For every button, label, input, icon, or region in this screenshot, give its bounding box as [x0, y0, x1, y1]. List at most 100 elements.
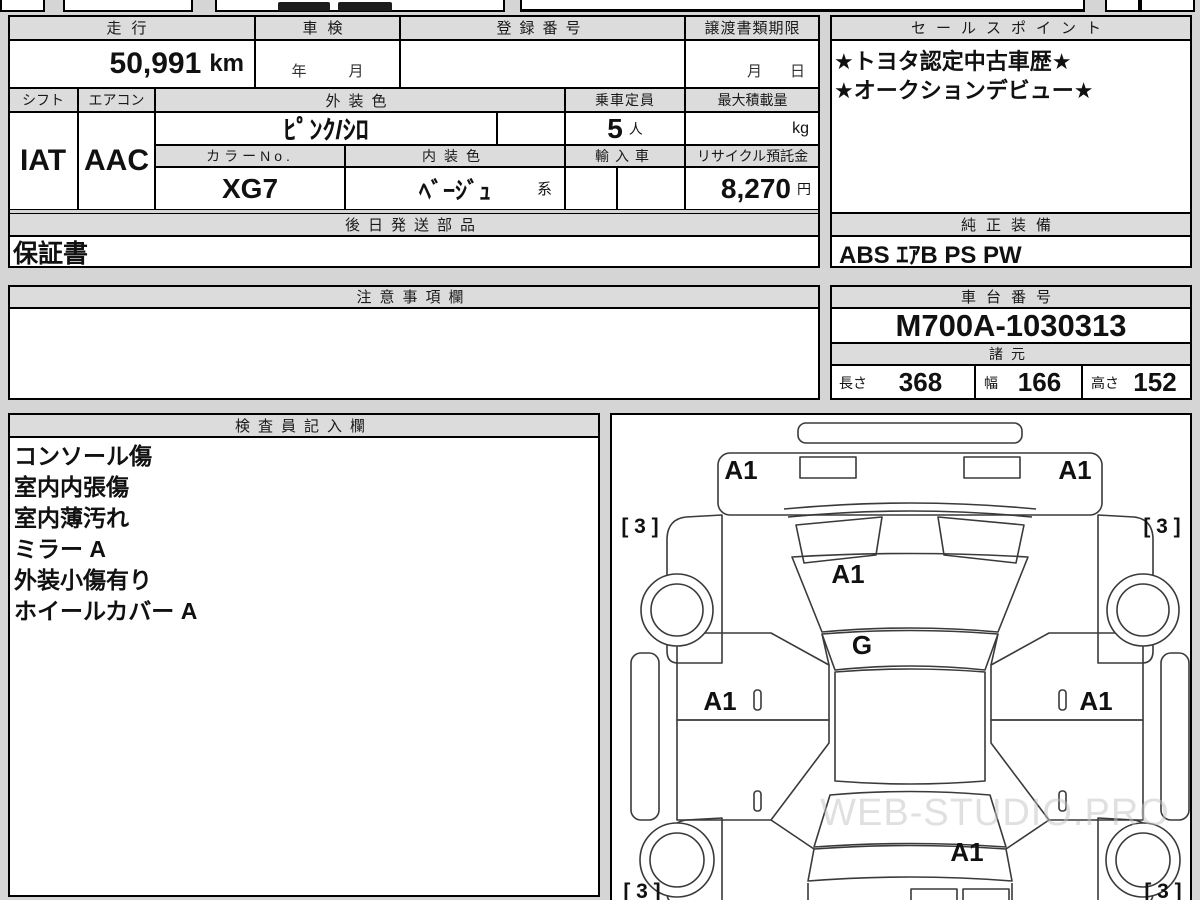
door-handle: [753, 790, 762, 812]
maxload-value: kg: [685, 112, 820, 145]
capacity-value: 5 人: [565, 112, 685, 145]
transfer-deadline-value: 月 日: [685, 40, 820, 88]
shaken-month-label: 月: [348, 63, 364, 80]
rear-bumper-sides: [807, 883, 1013, 900]
door-handle: [1058, 689, 1067, 711]
recycle-deposit-unit: 円: [797, 180, 811, 197]
interior-color-value: ﾍﾞｰｼﾞｭ 系: [345, 167, 565, 210]
side-sill-left: [630, 652, 660, 821]
roof-panel: [834, 668, 986, 785]
import-car-cell-2: [617, 167, 685, 210]
shift-value: IAT: [8, 112, 78, 210]
spec-height-value: 152: [1133, 367, 1177, 397]
exterior-color-header: 外装色: [155, 88, 565, 112]
shift-header: シフト: [8, 88, 78, 112]
exterior-color-extra-cell: [497, 112, 565, 145]
later-parts-value: 保証書: [8, 236, 820, 268]
spec-width-label: 幅: [984, 374, 998, 391]
mark-tire-rear-left: [ 3 ]: [623, 880, 660, 900]
mark-tire-rear-right: [ 3 ]: [1144, 880, 1181, 900]
specs-header: 諸元: [830, 343, 1192, 365]
shaken-year-label: 年: [291, 63, 307, 80]
inspector-box: コンソール傷 室内内張傷 室内薄汚れ ミラー A 外装小傷有り ホイールカバー …: [8, 437, 600, 897]
sales-points-box: ★トヨタ認定中古車歴★ ★オークションデビュー★: [830, 40, 1192, 213]
inspector-item: 室内薄汚れ: [14, 505, 129, 531]
mark-door-left: A1: [703, 686, 736, 716]
mark-tire-front-left: [ 3 ]: [621, 515, 658, 538]
inspector-item: コンソール傷: [14, 443, 152, 469]
import-car-cell-1: [565, 167, 617, 210]
capacity-unit: 人: [628, 120, 643, 137]
inspector-item: ミラー A: [14, 536, 106, 562]
sales-point-item: ★オークションデビュー★: [834, 78, 1094, 103]
spec-length-label: 長さ: [839, 374, 867, 391]
hood: [791, 552, 1029, 633]
front-door-right: [990, 632, 1144, 721]
door-handle: [753, 689, 762, 711]
capacity-header: 乗車定員: [565, 88, 685, 112]
rear-door-left: [676, 719, 830, 821]
front-bumper: [717, 452, 1103, 516]
front-plate-left: [799, 456, 857, 479]
recycle-deposit-value: 8,270 円: [685, 167, 820, 210]
cut-off-cell: [520, 0, 1085, 12]
transfer-deadline-header: 譲渡書類期限: [685, 15, 820, 40]
cut-off-text-fragment: [278, 2, 330, 11]
rear-bumper-notch-right: [962, 888, 1010, 900]
mark-front-bumper-right: A1: [1058, 455, 1091, 485]
cut-off-cell: [63, 0, 193, 12]
transfer-day-label: 日: [789, 63, 805, 80]
mileage-unit: km: [209, 50, 244, 77]
auction-sheet: 走行 車検 登録番号 譲渡書類期限 50,991 km 年 月 月 日 シフト …: [0, 0, 1200, 900]
color-no-value: XG7: [155, 167, 345, 210]
grille-line: [783, 502, 1037, 510]
recycle-deposit-header: リサイクル預託金: [685, 145, 820, 167]
notes-header: 注意事項欄: [8, 285, 820, 308]
transfer-month-label: 月: [746, 63, 762, 80]
equipment-value: ABS ｴｱB PS PW: [830, 236, 1192, 269]
cut-off-cell: [0, 0, 45, 12]
maxload-header: 最大積載量: [685, 88, 820, 112]
shaken-value: 年 月: [255, 40, 400, 88]
interior-color-header: 内装色: [345, 145, 565, 167]
registration-header: 登録番号: [400, 15, 685, 40]
inspector-item: 室内内張傷: [14, 474, 129, 500]
spec-length: 長さ 368: [830, 365, 975, 400]
front-door-left: [676, 632, 830, 721]
chassis-value: M700A-1030313: [830, 308, 1192, 343]
sales-points-header: セールスポイント: [830, 15, 1192, 40]
mark-tire-front-right: [ 3 ]: [1143, 515, 1180, 538]
spec-height: 高さ 152: [1082, 365, 1192, 400]
recycle-deposit-number: 8,270: [720, 172, 791, 204]
sales-point-item: ★トヨタ認定中古車歴★: [834, 49, 1072, 74]
interior-color-suffix: 系: [536, 181, 552, 198]
registration-value: [400, 40, 685, 88]
mark-windshield: G: [852, 630, 872, 660]
roof-strip: [797, 422, 1023, 444]
spec-width: 幅 166: [975, 365, 1082, 400]
notes-box: [8, 308, 820, 400]
aircon-header: エアコン: [78, 88, 155, 112]
later-parts-header: 後日発送部品: [8, 213, 820, 236]
import-car-header: 輸入車: [565, 145, 685, 167]
cut-off-cell: [1105, 0, 1140, 12]
mark-door-right: A1: [1079, 686, 1112, 716]
inspector-item: ホイールカバー A: [14, 598, 198, 624]
front-plate-right: [963, 456, 1021, 479]
spec-width-value: 166: [1017, 367, 1062, 397]
equipment-header: 純正装備: [830, 213, 1192, 236]
cut-off-cell: [1140, 0, 1195, 12]
mark-hood: A1: [831, 559, 864, 589]
mileage-number: 50,991: [109, 47, 202, 80]
mark-rear: A1: [950, 837, 983, 867]
shaken-header: 車検: [255, 15, 400, 40]
spec-height-label: 高さ: [1091, 374, 1119, 391]
inspector-header: 検査員記入欄: [8, 413, 600, 437]
mark-front-bumper-left: A1: [724, 455, 757, 485]
mileage-header: 走行: [8, 15, 255, 40]
interior-color-text: ﾍﾞｰｼﾞｭ: [419, 178, 491, 205]
rear-bumper-notch-left: [910, 888, 958, 900]
grille-line: [787, 510, 1033, 518]
color-no-header: カラーNo.: [155, 145, 345, 167]
a-pillars: [821, 633, 999, 666]
